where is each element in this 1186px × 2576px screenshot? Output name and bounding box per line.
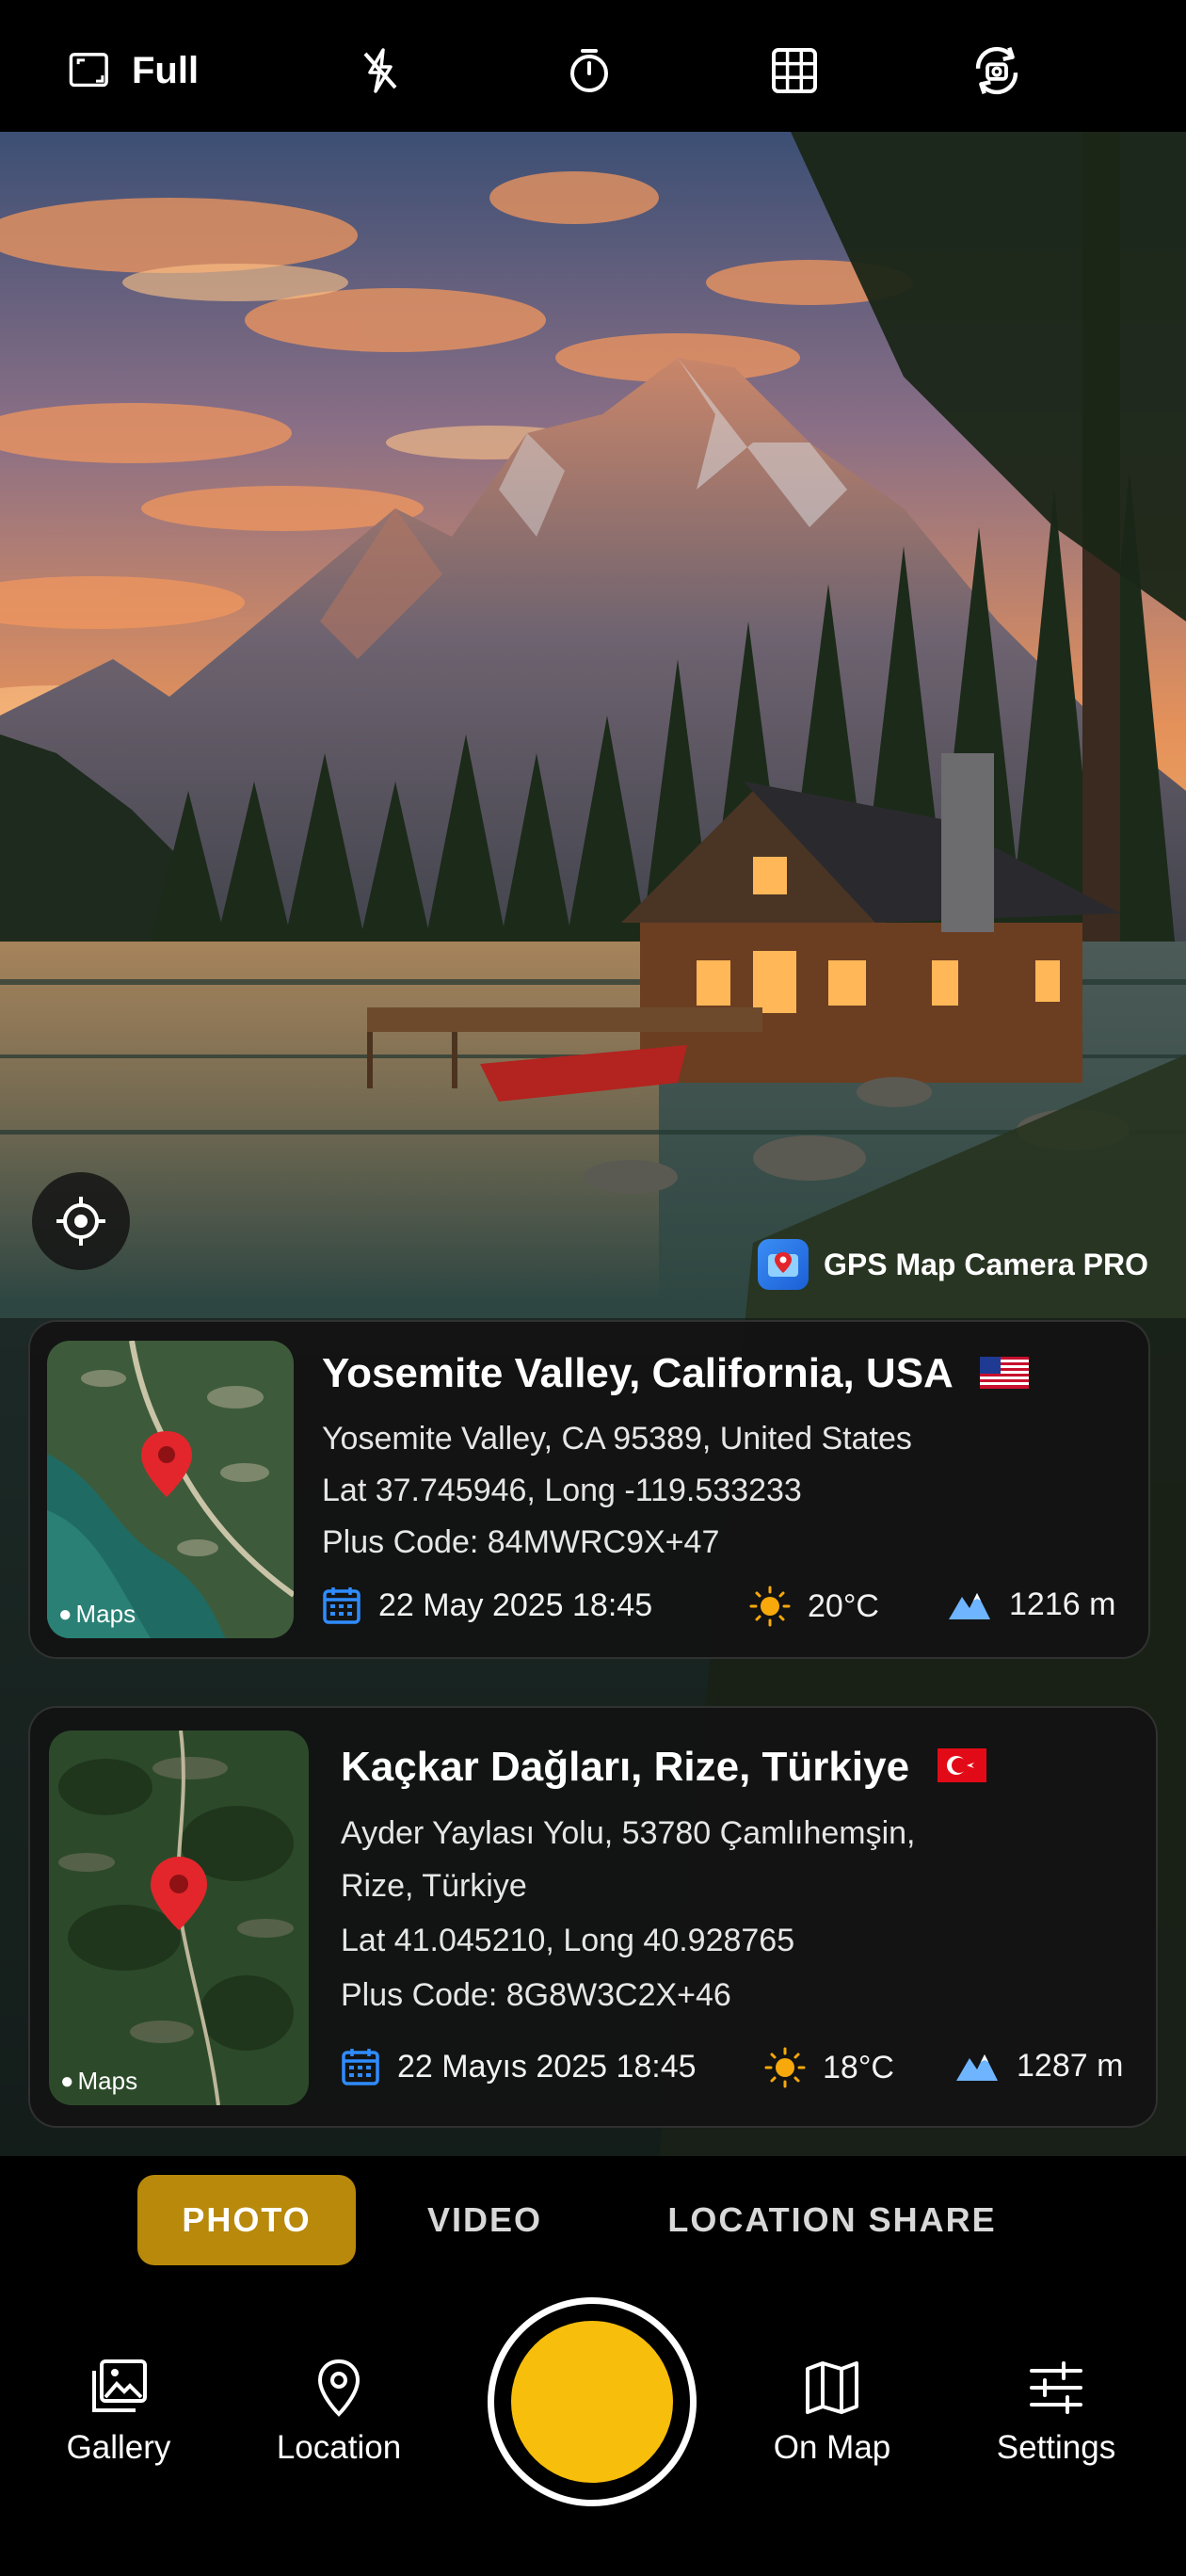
app-watermark: GPS Map Camera PRO xyxy=(758,1239,1148,1290)
app-brand-name: GPS Map Camera PRO xyxy=(824,1247,1148,1281)
sun-icon xyxy=(764,2047,806,2088)
calendar-icon xyxy=(342,2049,379,2085)
date-time: 22 May 2025 18:45 xyxy=(322,1586,652,1625)
crosshair-icon xyxy=(56,1197,105,1246)
temperature: 20°C xyxy=(749,1586,879,1627)
timer-button[interactable] xyxy=(563,38,616,104)
card-title: Yosemite Valley, California, USA xyxy=(322,1350,1030,1399)
on-map-label: On Map xyxy=(773,2429,891,2466)
mode-video[interactable]: VIDEO xyxy=(395,2175,574,2265)
maps-label: Maps xyxy=(77,2067,138,2095)
settings-label: Settings xyxy=(996,2429,1116,2466)
sliders-icon xyxy=(1030,2361,1082,2414)
apple-logo-icon: ● xyxy=(58,1601,72,1627)
shutter-button[interactable] xyxy=(488,2297,697,2506)
gallery-button[interactable]: Gallery xyxy=(24,2356,213,2467)
plus-code-line: Plus Code: 84MWRC9X+47 xyxy=(322,1524,720,1560)
on-map-button[interactable]: On Map xyxy=(738,2356,926,2467)
location-pin-icon xyxy=(317,2359,361,2417)
satellite-map-image xyxy=(47,1341,294,1638)
location-title: Yosemite Valley, California, USA xyxy=(322,1350,953,1396)
switch-camera-button[interactable] xyxy=(968,38,1026,104)
address-line: Yosemite Valley, CA 95389, United States xyxy=(322,1421,912,1457)
location-card-1[interactable]: ● Maps Yosemite Valley, California, USA … xyxy=(28,1320,1150,1659)
apple-maps-badge: ● Maps xyxy=(58,1600,136,1629)
coordinates-line: Lat 37.745946, Long -119.533233 xyxy=(322,1473,802,1508)
mountain-icon xyxy=(949,1593,990,1619)
plus-code-line: Plus Code: 8G8W3C2X+46 xyxy=(341,1977,731,2013)
satellite-map-image xyxy=(49,1731,309,2105)
date-text: 22 Mayıs 2025 18:45 xyxy=(397,2048,697,2085)
map-thumbnail-1[interactable]: ● Maps xyxy=(47,1341,294,1638)
us-flag-icon xyxy=(980,1352,1030,1399)
aspect-ratio-button[interactable]: Full xyxy=(68,38,199,104)
location-card-2[interactable]: ● Maps Kaçkar Dağları, Rize, Türkiye Ayd… xyxy=(28,1706,1158,2128)
apple-logo-icon: ● xyxy=(60,2068,74,2094)
mode-location-share[interactable]: LOCATION SHARE xyxy=(640,2175,1024,2265)
altitude-text: 1216 m xyxy=(1009,1586,1116,1622)
settings-button[interactable]: Settings xyxy=(962,2356,1150,2467)
altitude-text: 1287 m xyxy=(1017,2047,1124,2084)
location-title: Kaçkar Dağları, Rize, Türkiye xyxy=(341,1744,910,1790)
altitude: 1287 m xyxy=(954,2047,1123,2085)
shutter-inner xyxy=(511,2321,673,2483)
flash-toggle-button[interactable] xyxy=(354,38,407,104)
capture-mode-selector: PHOTO VIDEO LOCATION SHARE xyxy=(0,2156,1186,2278)
aspect-ratio-icon xyxy=(69,53,108,88)
camera-screen: Full GPS Map Camera PRO ● Maps Yosemite … xyxy=(0,0,1186,2576)
coordinates-line: Lat 41.045210, Long 40.928765 xyxy=(341,1923,795,1958)
map-thumbnail-2[interactable]: ● Maps xyxy=(49,1731,309,2105)
sun-icon xyxy=(749,1586,791,1627)
switch-camera-icon xyxy=(975,46,1018,95)
gallery-icon xyxy=(92,2359,147,2412)
mountain-icon xyxy=(956,2054,998,2081)
altitude: 1216 m xyxy=(947,1586,1115,1623)
card-title: Kaçkar Dağları, Rize, Türkiye xyxy=(341,1744,987,1793)
apple-maps-badge: ● Maps xyxy=(60,2067,137,2096)
temperature: 18°C xyxy=(764,2047,894,2088)
date-text: 22 May 2025 18:45 xyxy=(378,1586,653,1623)
temperature-text: 20°C xyxy=(808,1587,879,1624)
date-time: 22 Mayıs 2025 18:45 xyxy=(341,2047,697,2086)
app-logo-icon xyxy=(758,1239,809,1290)
maps-label: Maps xyxy=(75,1600,136,1628)
top-toolbar: Full xyxy=(0,0,1186,132)
aspect-ratio-label: Full xyxy=(132,49,200,91)
location-label: Location xyxy=(276,2429,402,2466)
address-line-2: Rize, Türkiye xyxy=(341,1868,527,1904)
temperature-text: 18°C xyxy=(823,2049,894,2085)
map-icon xyxy=(806,2361,858,2414)
locate-me-button[interactable] xyxy=(32,1172,130,1270)
tr-flag-icon xyxy=(938,1746,987,1793)
location-button[interactable]: Location xyxy=(245,2356,433,2467)
grid-icon xyxy=(772,48,817,93)
timer-icon xyxy=(570,49,608,92)
calendar-icon xyxy=(323,1587,361,1624)
mode-photo[interactable]: PHOTO xyxy=(137,2175,356,2265)
grid-button[interactable] xyxy=(768,38,821,104)
gallery-label: Gallery xyxy=(66,2429,171,2466)
address-line-1: Ayder Yaylası Yolu, 53780 Çamlıhemşin, xyxy=(341,1815,916,1851)
flash-off-icon xyxy=(363,48,397,93)
